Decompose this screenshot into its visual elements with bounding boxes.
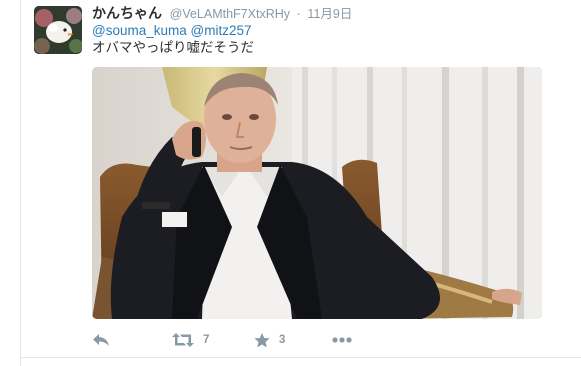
reply-icon: [93, 334, 109, 346]
avatar[interactable]: [34, 6, 82, 54]
retweet-count: 7: [203, 334, 210, 346]
tweet-actions: 7 3: [92, 330, 562, 350]
avatar-image: [34, 6, 82, 54]
retweet-button[interactable]: 7: [172, 330, 209, 350]
stream-left-border: [20, 0, 21, 366]
photo-image: [92, 67, 542, 319]
tweet-divider: [20, 357, 581, 358]
mention-link[interactable]: @mitz257: [191, 23, 252, 38]
screen-name[interactable]: @VeLAMthF7XtxRHy: [170, 7, 290, 21]
favorite-button[interactable]: 3: [254, 330, 285, 350]
tweet-page: かんちゃん @VeLAMthF7XtxRHy · 11月9日 @souma_ku…: [0, 0, 581, 366]
more-button[interactable]: [332, 330, 352, 350]
timestamp-link[interactable]: 11月9日: [307, 7, 352, 21]
time-separator: ·: [296, 7, 301, 21]
retweet-icon: [172, 333, 194, 347]
reply-button[interactable]: [92, 330, 110, 350]
display-name[interactable]: かんちゃん: [92, 5, 162, 21]
more-dots-icon: [332, 337, 352, 343]
mention-line: @souma_kuma @mitz257: [92, 22, 552, 39]
tweet-header: かんちゃん @VeLAMthF7XtxRHy · 11月9日: [92, 4, 352, 22]
tweet-photo[interactable]: [92, 67, 542, 319]
mention-link[interactable]: @souma_kuma: [92, 23, 187, 38]
tweet-body: オバマやっぱり嘘だそうだ: [92, 40, 254, 55]
favorite-count: 3: [279, 334, 286, 346]
tweet-text: @souma_kuma @mitz257 オバマやっぱり嘘だそうだ: [92, 22, 552, 56]
star-icon: [254, 332, 270, 347]
